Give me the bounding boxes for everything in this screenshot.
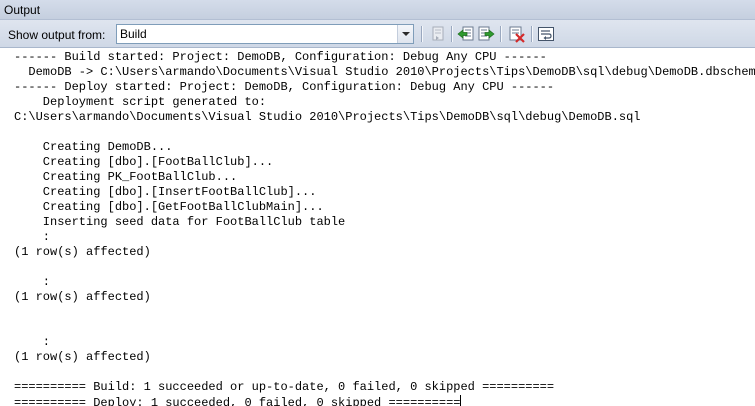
output-line: Creating [dbo].[InsertFootBallClub]... (14, 185, 317, 199)
output-toolbar: Show output from: Build (0, 20, 755, 48)
output-line: ========== Build: 1 succeeded or up-to-d… (14, 380, 555, 394)
chevron-down-icon[interactable] (397, 25, 413, 43)
output-line: ------ Deploy started: Project: DemoDB, … (14, 80, 555, 94)
output-title-bar[interactable]: Output (0, 0, 755, 20)
window-title: Output (4, 3, 41, 17)
show-output-from-label: Show output from: (8, 28, 106, 42)
find-next-message-icon[interactable] (477, 25, 495, 43)
output-line: Creating DemoDB... (14, 140, 173, 154)
output-line: ========== Deploy: 1 succeeded, 0 failed… (14, 395, 462, 406)
output-line: (1 row(s) affected) (14, 290, 151, 304)
go-to-line-icon[interactable] (429, 25, 447, 43)
output-source-value: Build (120, 27, 147, 41)
output-line: Inserting seed data for FootBallClub tab… (14, 215, 346, 229)
output-line: DemoDB -> C:\Users\armando\Documents\Vis… (14, 65, 755, 79)
output-line: : (14, 335, 51, 349)
toggle-word-wrap-icon[interactable] (537, 25, 555, 43)
toolbar-separator (531, 26, 532, 42)
output-line: : (14, 275, 51, 289)
output-line: (1 row(s) affected) (14, 245, 151, 259)
output-line: Creating [dbo].[FootBallClub]... (14, 155, 274, 169)
text-caret (460, 395, 462, 406)
find-previous-message-icon[interactable] (457, 25, 475, 43)
output-line: C:\Users\armando\Documents\Visual Studio… (14, 110, 641, 124)
toolbar-separator (421, 26, 422, 42)
toolbar-separator (500, 26, 501, 42)
output-line: Deployment script generated to: (14, 95, 267, 109)
clear-all-icon[interactable] (508, 25, 526, 43)
output-line: Creating [dbo].[GetFootBallClubMain]... (14, 200, 324, 214)
output-line: Creating PK_FootBallClub... (14, 170, 238, 184)
output-source-select[interactable]: Build (116, 24, 414, 44)
output-line: (1 row(s) affected) (14, 350, 151, 364)
output-line: ------ Build started: Project: DemoDB, C… (14, 50, 547, 64)
output-window: Output Show output from: Build ------ Bu… (0, 0, 755, 406)
toolbar-separator (451, 26, 452, 42)
output-text-area[interactable]: ------ Build started: Project: DemoDB, C… (0, 48, 755, 406)
output-line: : (14, 230, 51, 244)
